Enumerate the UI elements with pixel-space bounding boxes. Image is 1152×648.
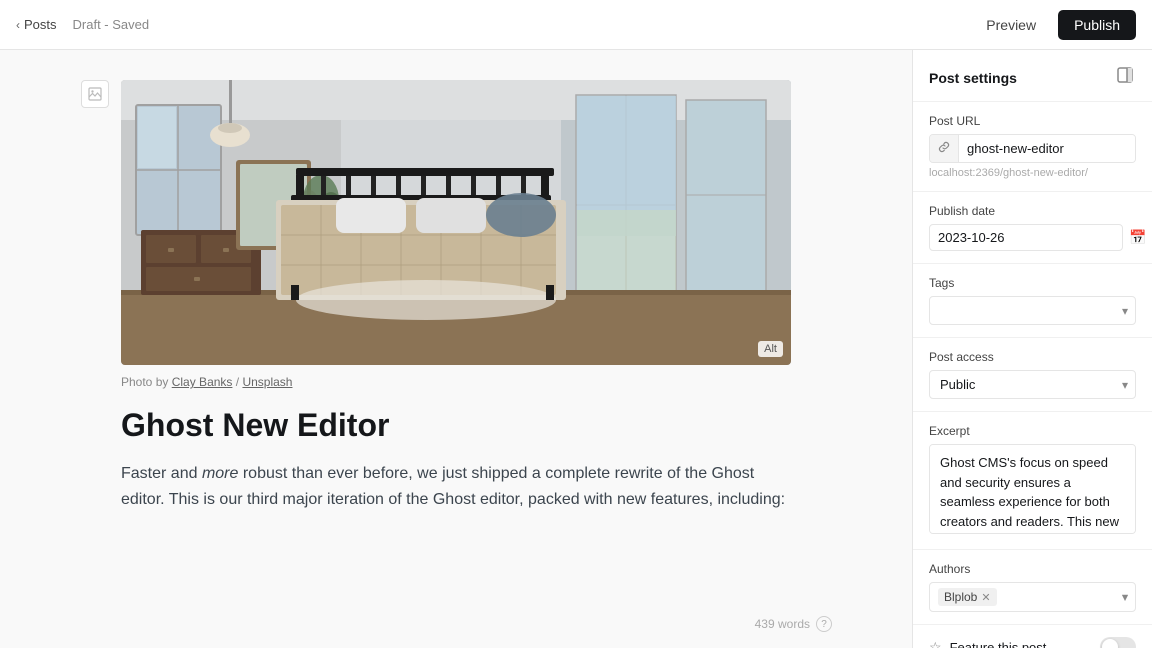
feature-post-label: ☆ Feature this post xyxy=(929,639,1046,648)
feature-post-text: Feature this post xyxy=(950,640,1047,648)
topbar-left: ‹ Posts Draft - Saved xyxy=(16,17,149,32)
post-title[interactable]: Ghost New Editor xyxy=(121,405,791,447)
photo-credit-author[interactable]: Clay Banks xyxy=(172,375,233,389)
photo-credit: Photo by Clay Banks / Unsplash xyxy=(121,375,791,389)
post-access-label: Post access xyxy=(929,350,1136,364)
preview-button[interactable]: Preview xyxy=(976,11,1046,39)
back-label: Posts xyxy=(24,17,57,32)
feature-post-toggle[interactable] xyxy=(1100,637,1136,648)
publish-date-input[interactable] xyxy=(929,224,1123,251)
word-count: 439 words ? xyxy=(755,616,832,632)
calendar-icon: 📅 xyxy=(1129,229,1146,246)
word-count-help-icon[interactable]: ? xyxy=(816,616,832,632)
tags-select-wrapper xyxy=(929,296,1136,325)
publish-button[interactable]: Publish xyxy=(1058,10,1136,40)
excerpt-textarea[interactable]: Ghost CMS's focus on speed and security … xyxy=(929,444,1136,534)
alt-badge[interactable]: Alt xyxy=(758,341,783,357)
photo-credit-separator: / xyxy=(236,375,239,389)
sidebar: Post settings Post URL xyxy=(912,50,1152,648)
sidebar-title: Post settings xyxy=(929,70,1017,86)
add-image-icon[interactable] xyxy=(81,80,109,108)
post-url-input-wrapper xyxy=(929,134,1136,163)
post-url-input[interactable] xyxy=(959,135,1136,162)
post-url-hint: localhost:2369/ghost-new-editor/ xyxy=(929,167,1136,179)
post-access-select[interactable]: Public Members only Paid members only xyxy=(929,370,1136,399)
author-tag-label: Blplob xyxy=(944,590,977,604)
publish-date-field: Publish date 📅 +08 xyxy=(913,192,1152,264)
date-row: 📅 +08 xyxy=(929,224,1136,251)
post-body: Faster and more robust than ever before,… xyxy=(121,461,791,514)
excerpt-field: Excerpt Ghost CMS's focus on speed and s… xyxy=(913,412,1152,550)
word-count-value: 439 words xyxy=(755,617,810,631)
feature-image: Alt xyxy=(121,80,791,365)
post-url-field: Post URL localhost:2369/ghost-new-editor… xyxy=(913,102,1152,192)
author-tag-remove[interactable]: ✕ xyxy=(981,591,990,604)
photo-credit-source[interactable]: Unsplash xyxy=(242,375,292,389)
post-access-select-wrapper: Public Members only Paid members only xyxy=(929,370,1136,399)
authors-input[interactable]: Blplob ✕ xyxy=(929,582,1136,612)
tags-field: Tags xyxy=(913,264,1152,338)
back-chevron-icon: ‹ xyxy=(16,18,20,32)
link-icon xyxy=(930,135,959,162)
post-url-label: Post URL xyxy=(929,114,1136,128)
toggle-knob xyxy=(1102,639,1118,648)
sidebar-header: Post settings xyxy=(913,50,1152,102)
tags-label: Tags xyxy=(929,276,1136,290)
feature-post-row: ☆ Feature this post xyxy=(913,625,1152,648)
excerpt-label: Excerpt xyxy=(929,424,1136,438)
excerpt-wrapper: Ghost CMS's focus on speed and security … xyxy=(929,444,1136,537)
back-link[interactable]: ‹ Posts xyxy=(16,17,57,32)
photo-credit-prefix: Photo by xyxy=(121,375,168,389)
publish-date-label: Publish date xyxy=(929,204,1136,218)
star-icon: ☆ xyxy=(929,639,942,648)
image-container: Alt xyxy=(121,80,791,365)
author-tag: Blplob ✕ xyxy=(938,588,997,606)
sidebar-collapse-button[interactable] xyxy=(1114,64,1136,91)
authors-wrapper: Blplob ✕ ▾ xyxy=(929,582,1136,612)
main-layout: Alt Photo by Clay Banks / Unsplash Ghost… xyxy=(0,50,1152,648)
post-access-field: Post access Public Members only Paid mem… xyxy=(913,338,1152,412)
authors-field: Authors Blplob ✕ ▾ xyxy=(913,550,1152,625)
topbar: ‹ Posts Draft - Saved Preview Publish xyxy=(0,0,1152,50)
editor-area: Alt Photo by Clay Banks / Unsplash Ghost… xyxy=(0,50,912,648)
topbar-right: Preview Publish xyxy=(976,10,1136,40)
authors-label: Authors xyxy=(929,562,1136,576)
draft-status: Draft - Saved xyxy=(73,17,150,32)
tags-select[interactable] xyxy=(929,296,1136,325)
